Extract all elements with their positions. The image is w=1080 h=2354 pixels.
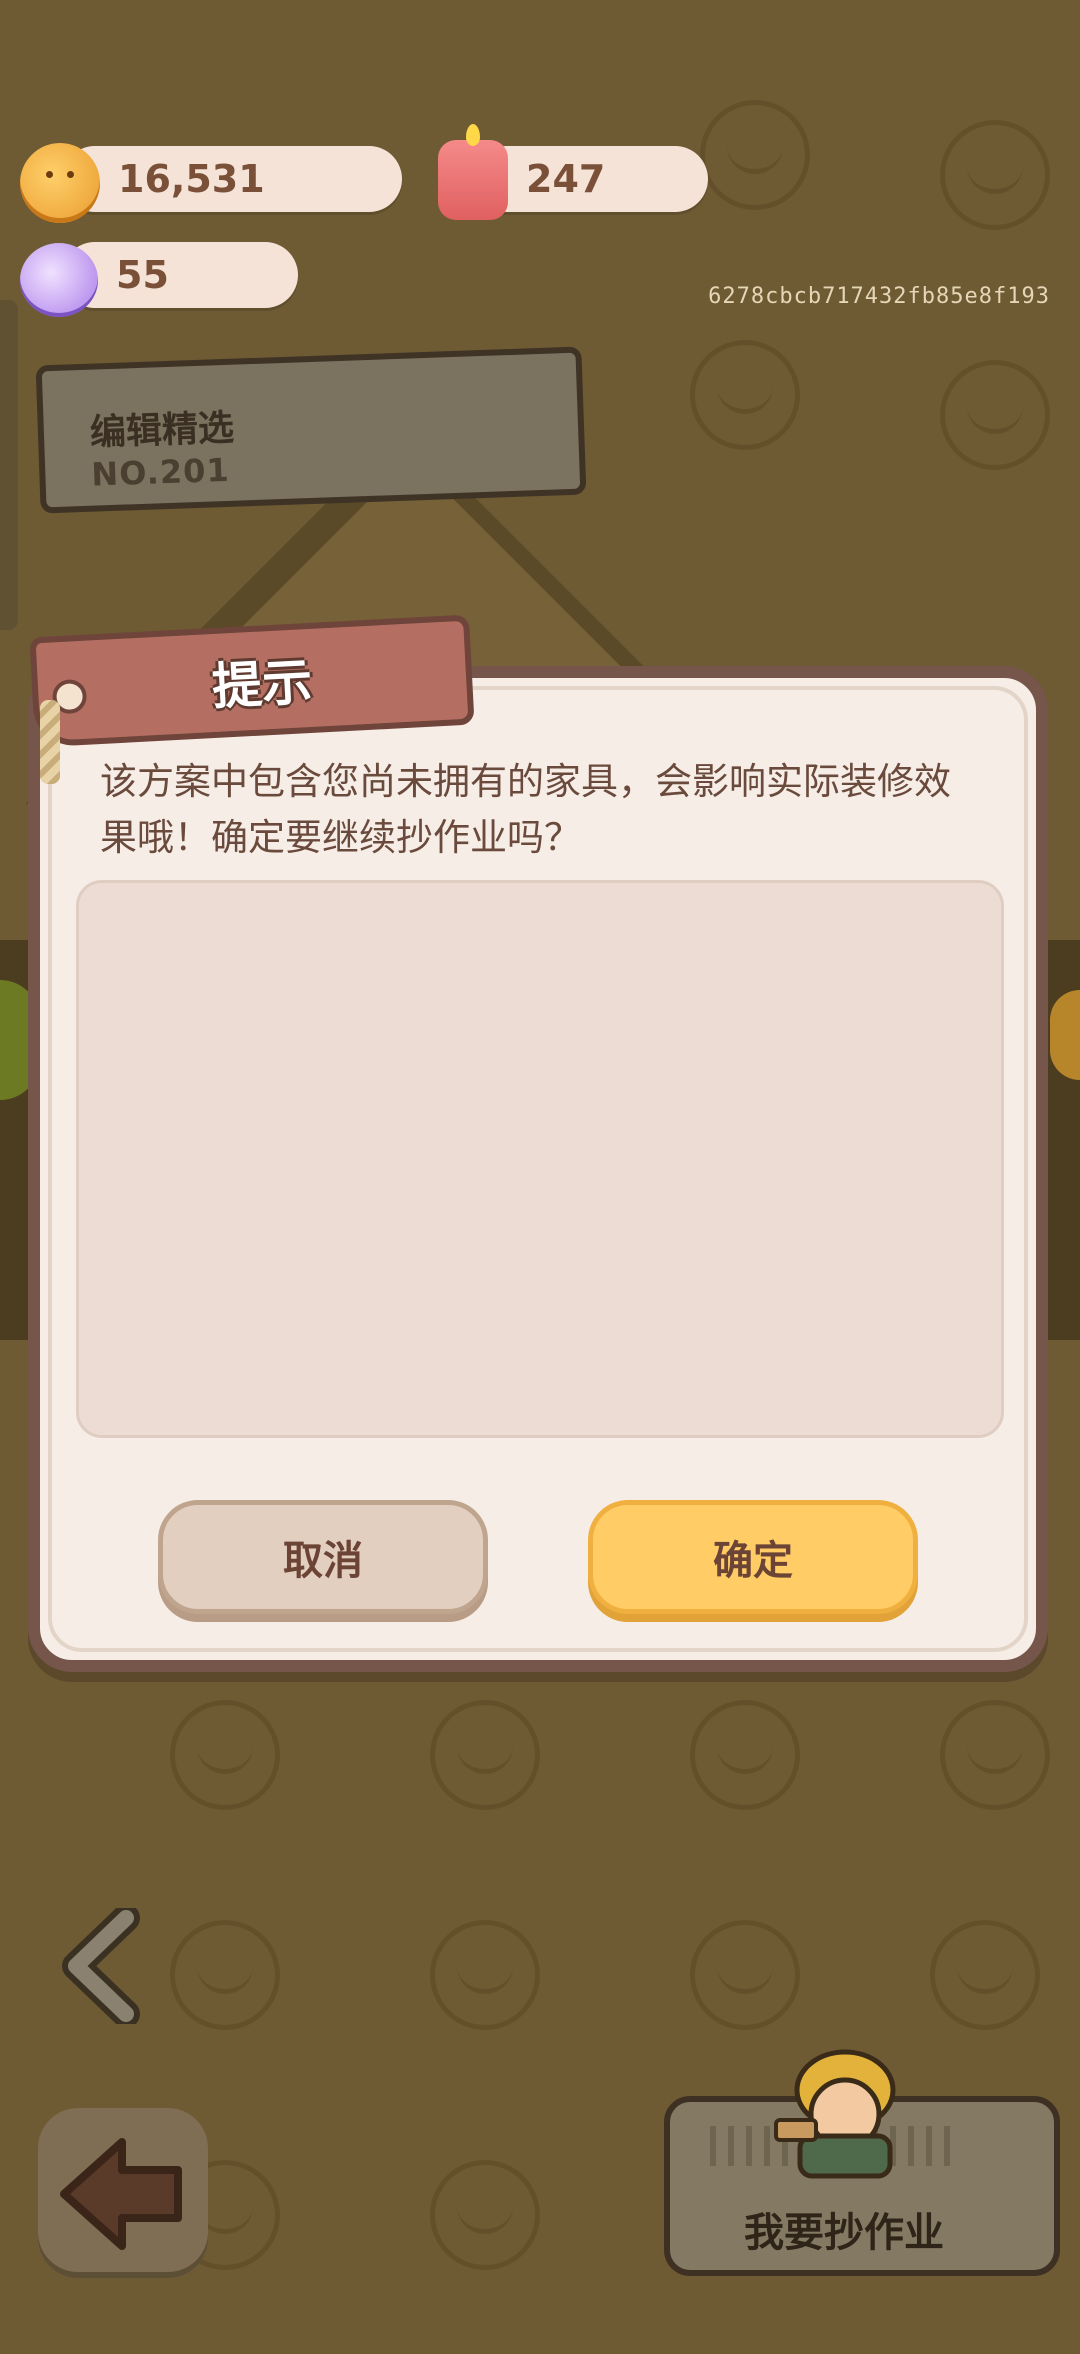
rope-icon <box>40 700 60 784</box>
dialog-title-tag: 提示 <box>29 614 475 748</box>
confirm-button[interactable]: 确定 <box>588 1500 918 1614</box>
back-button[interactable] <box>38 2108 208 2278</box>
back-arrow-icon <box>60 2138 182 2250</box>
dialog-message: 该方案中包含您尚未拥有的家具，会影响实际装修效果哦！确定要继续抄作业吗？ <box>100 760 951 859</box>
builder-character-icon <box>774 2049 896 2179</box>
dialog-title: 提示 <box>210 652 314 717</box>
cancel-button[interactable]: 取消 <box>158 1500 488 1614</box>
chevron-left-icon[interactable] <box>56 1908 146 2024</box>
dialog-content-area <box>76 880 1004 1438</box>
copy-homework-label: 我要抄作业 <box>744 2210 944 2256</box>
